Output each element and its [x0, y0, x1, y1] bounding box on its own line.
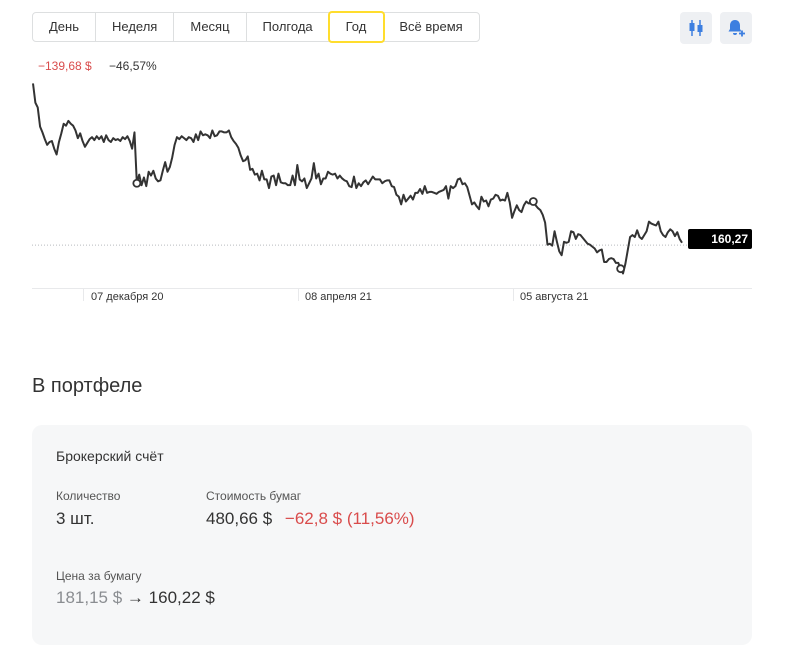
tab-week[interactable]: Неделя — [96, 13, 175, 41]
price-to: 160,22 $ — [148, 588, 215, 607]
cost-change: −62,8 $ (11,56%) — [284, 509, 415, 528]
quantity-label: Количество — [56, 489, 121, 503]
tab-day[interactable]: День — [33, 13, 96, 41]
current-price-label: 160,27 — [688, 229, 752, 249]
price-chart[interactable] — [0, 70, 790, 285]
x-axis — [32, 288, 752, 289]
cost-label: Стоимость бумаг — [206, 489, 302, 503]
x-tick-label: 05 августа 21 — [520, 291, 589, 303]
price-from: 181,15 $ — [56, 588, 123, 607]
tab-all-time[interactable]: Всё время — [383, 13, 478, 41]
x-tick-label: 07 декабря 20 — [91, 291, 164, 303]
x-tick — [83, 288, 84, 301]
price-per-share-row: 181,15 $ → 160,22 $ — [56, 588, 215, 608]
period-selector: День Неделя Месяц Полгода Год Всё время — [32, 12, 480, 42]
x-tick — [298, 288, 299, 301]
x-tick-label: 08 апреля 21 — [305, 291, 372, 303]
cost-value: 480,66 $ — [206, 509, 273, 528]
tab-month[interactable]: Месяц — [174, 13, 247, 41]
tab-half-year[interactable]: Полгода — [247, 13, 330, 41]
portfolio-card: Брокерский счёт Количество 3 шт. Стоимос… — [32, 425, 752, 645]
candlestick-button[interactable] — [680, 12, 712, 44]
account-name: Брокерский счёт — [56, 448, 164, 464]
tab-year[interactable]: Год — [330, 13, 384, 41]
section-title: В портфеле — [32, 375, 143, 397]
price-alert-button[interactable] — [720, 12, 752, 44]
event-marker[interactable] — [616, 264, 626, 274]
cost-value-row: 480,66 $ −62,8 $ (11,56%) — [206, 509, 415, 529]
candlestick-chart-icon — [689, 20, 703, 36]
arrow-right-icon: → — [126, 588, 144, 607]
x-tick — [513, 288, 514, 301]
event-marker[interactable] — [528, 197, 538, 206]
price-per-share-label: Цена за бумагу — [56, 569, 142, 583]
event-marker[interactable] — [132, 178, 142, 188]
bell-add-icon — [728, 20, 745, 37]
quantity-value: 3 шт. — [56, 509, 95, 528]
